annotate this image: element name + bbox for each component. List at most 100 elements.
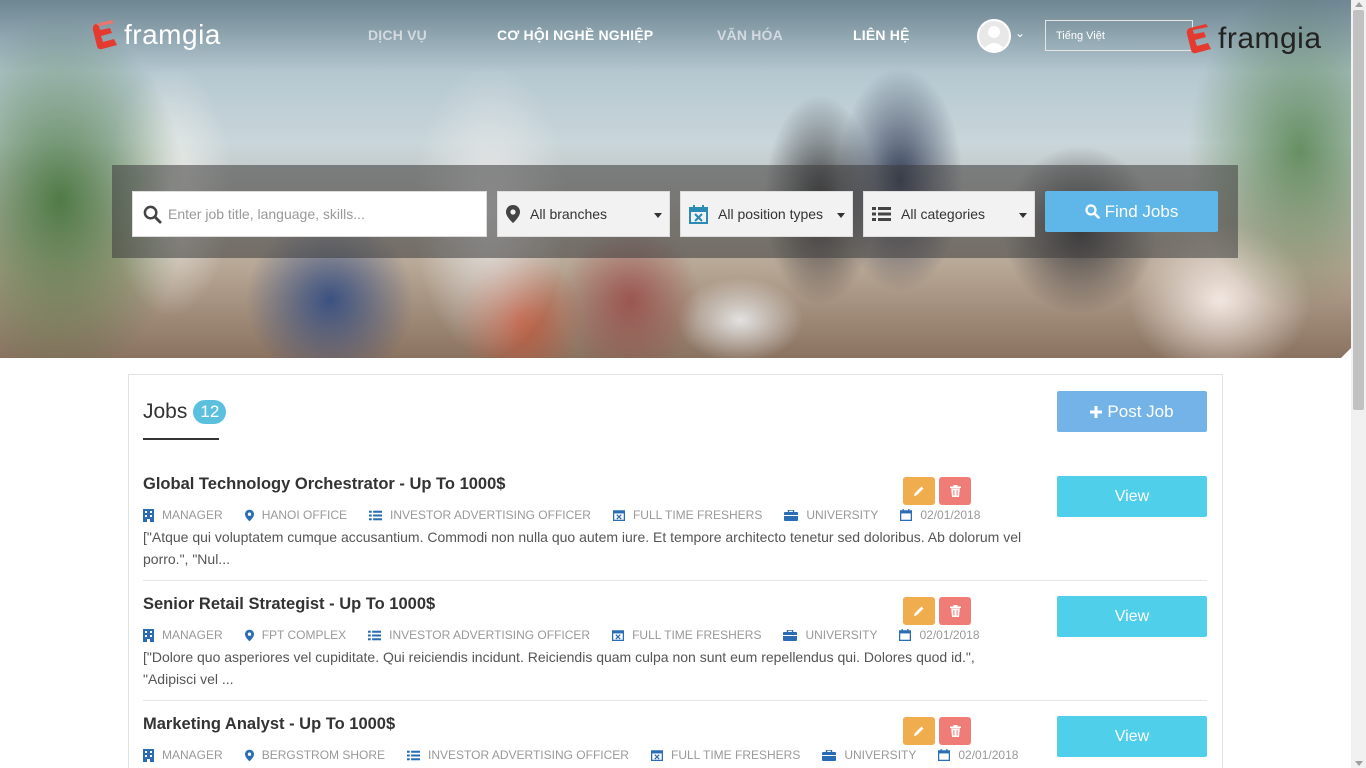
scroll-up-arrow-icon[interactable] — [1355, 2, 1363, 7]
job-branch-text: FPT COMPLEX — [261, 628, 347, 642]
chevron-down-icon[interactable]: ⌄ — [1015, 26, 1025, 40]
briefcase-icon — [822, 749, 837, 761]
job-category: INVESTOR ADVERTISING OFFICER — [368, 628, 590, 642]
caret-down-icon — [654, 213, 662, 218]
job-level-text: MANAGER — [162, 628, 223, 642]
nav-careers[interactable]: CƠ HỘI NGHỀ NGHIỆP — [497, 27, 653, 43]
job-search-input[interactable] — [168, 206, 468, 222]
trash-icon — [949, 485, 961, 497]
job-date-text: 02/01/2018 — [920, 508, 981, 522]
calendar-icon — [938, 749, 951, 761]
job-category-text: INVESTOR ADVERTISING OFFICER — [428, 748, 629, 762]
job-branch: BERGSTROM SHORE — [244, 748, 386, 762]
post-job-label: Post Job — [1107, 401, 1174, 421]
hero-corner — [1341, 348, 1351, 358]
job-type-text: FULL TIME FRESHERS — [632, 628, 762, 642]
job-type: FULL TIME FRESHERS — [612, 628, 761, 642]
job-category-text: INVESTOR ADVERTISING OFFICER — [390, 508, 591, 522]
search-icon — [1085, 204, 1100, 219]
job-branch: HANOI OFFICE — [244, 508, 347, 522]
job-meta: MANAGER BERGSTROM SHORE INVESTOR ADVERTISI… — [143, 748, 1040, 762]
logo-text: framgia — [124, 19, 221, 50]
calendar-x-icon — [612, 630, 625, 641]
job-level-text: MANAGER — [162, 508, 223, 522]
language-select[interactable]: Tiếng Việt — [1045, 20, 1193, 51]
scroll-thumb[interactable] — [1353, 10, 1364, 410]
job-meta: MANAGER HANOI OFFICE INVESTOR ADVERTISING … — [143, 508, 1002, 522]
edit-job-button[interactable] — [903, 477, 935, 505]
map-marker-icon — [244, 749, 254, 761]
job-branch-text: BERGSTROM SHORE — [261, 748, 386, 762]
job-category: INVESTOR ADVERTISING OFFICER — [407, 748, 629, 762]
job-type: FULL TIME FRESHERS — [612, 508, 763, 522]
list-icon — [368, 630, 382, 640]
list-icon — [369, 510, 383, 520]
jobs-heading-underline — [143, 438, 219, 440]
list-icon — [407, 750, 421, 760]
position-type-select-label: All position types — [718, 206, 824, 222]
delete-job-button[interactable] — [939, 717, 971, 745]
trash-icon — [949, 605, 961, 617]
view-job-label: View — [1114, 607, 1150, 625]
jobs-panel — [128, 374, 1223, 768]
edit-job-button[interactable] — [903, 717, 935, 745]
job-title[interactable]: Senior Retail Strategist - Up To 1000$ — [143, 595, 435, 614]
job-description: ["Dolore quo asperiores vel cupiditate. … — [143, 649, 975, 687]
framgia-logo-icon — [1186, 24, 1211, 54]
job-date: 02/01/2018 — [938, 748, 1018, 762]
job-date: 02/01/2018 — [900, 508, 980, 522]
calendar-x-icon — [612, 510, 625, 521]
user-avatar[interactable] — [977, 19, 1011, 53]
job-level-text: MANAGER — [162, 748, 223, 762]
job-search-field[interactable] — [132, 191, 487, 237]
nav-culture[interactable]: VĂN HÓA — [717, 27, 783, 43]
delete-job-button[interactable] — [939, 477, 971, 505]
view-job-label: View — [1114, 487, 1150, 505]
plus-icon — [1090, 405, 1103, 418]
caret-down-icon — [837, 213, 845, 218]
nav-services[interactable]: DỊCH VỤ — [368, 27, 427, 43]
scroll-down-arrow-icon[interactable] — [1355, 761, 1363, 766]
pencil-icon — [914, 606, 924, 616]
delete-job-button[interactable] — [939, 597, 971, 625]
view-job-button[interactable]: View — [1057, 716, 1207, 757]
category-select-label: All categories — [901, 206, 986, 222]
job-type-text: FULL TIME FRESHERS — [670, 748, 801, 762]
category-select[interactable]: All categories — [863, 191, 1035, 237]
job-education-text: UNIVERSITY — [806, 508, 879, 522]
calendar-x-icon — [689, 204, 708, 224]
job-title[interactable]: Marketing Analyst - Up To 1000$ — [143, 715, 395, 734]
building-icon — [143, 628, 154, 642]
branch-select[interactable]: All branches — [497, 191, 670, 237]
jobs-heading: Jobs 12 — [143, 400, 227, 424]
job-education: UNIVERSITY — [822, 748, 916, 762]
position-type-select[interactable]: All position types — [680, 191, 853, 237]
job-category: INVESTOR ADVERTISING OFFICER — [369, 508, 591, 522]
map-marker-icon — [244, 629, 254, 641]
job-level: MANAGER — [143, 508, 223, 522]
view-job-button[interactable]: View — [1057, 596, 1207, 637]
framgia-logo[interactable]: framgia — [90, 18, 221, 52]
job-type-text: FULL TIME FRESHERS — [632, 508, 763, 522]
view-job-button[interactable]: View — [1057, 476, 1207, 517]
page-scrollbar[interactable] — [1351, 0, 1366, 768]
framgia-logo-icon — [92, 20, 117, 50]
edit-job-button[interactable] — [903, 597, 935, 625]
find-jobs-label: Find Jobs — [1104, 201, 1179, 221]
trash-icon — [949, 725, 961, 737]
job-date-text: 02/01/2018 — [958, 748, 1019, 762]
job-education: UNIVERSITY — [783, 628, 877, 642]
find-jobs-button[interactable]: Find Jobs — [1045, 191, 1218, 232]
user-avatar-icon — [979, 21, 1009, 51]
job-type: FULL TIME FRESHERS — [650, 748, 801, 762]
job-category-text: INVESTOR ADVERTISING OFFICER — [389, 628, 591, 642]
jobs-heading-text: Jobs — [143, 400, 188, 423]
nav-contact[interactable]: LIÊN HỆ — [853, 27, 910, 43]
building-icon — [143, 748, 154, 762]
post-job-button[interactable]: Post Job — [1057, 391, 1207, 432]
branch-select-label: All branches — [530, 206, 608, 222]
job-education-text: UNIVERSITY — [805, 628, 878, 642]
pencil-icon — [914, 726, 924, 736]
job-title[interactable]: Global Technology Orchestrator - Up To 1… — [143, 475, 505, 494]
map-marker-icon — [506, 205, 520, 223]
